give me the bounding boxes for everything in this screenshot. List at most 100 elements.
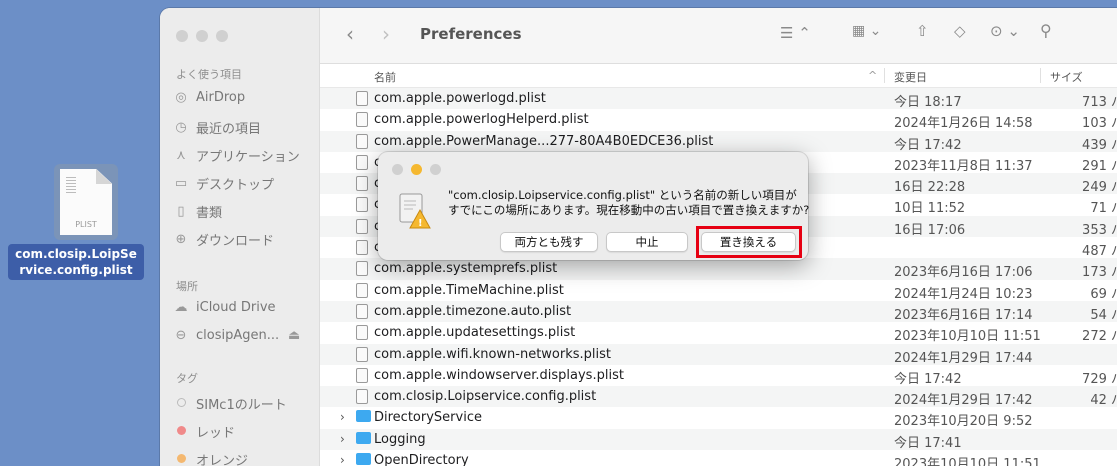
file-size: -- (1020, 410, 1117, 425)
file-row[interactable]: com.apple.powerlogd.plist 今日 18:17 713 バイト… (320, 88, 1117, 110)
locations-header: 場所 (176, 280, 198, 293)
toolbar: ‹ › Preferences ☰ ⌃ ▦ ⌄ ⇧ ◇ ⊙ ⌄ ⚲ (320, 8, 1117, 64)
column-size[interactable]: サイズ (1050, 69, 1083, 85)
column-name[interactable]: 名前 (374, 69, 396, 85)
file-row[interactable]: com.apple.timezone.auto.plist 2023年6月16日 … (320, 300, 1117, 323)
file-name: com.apple.TimeMachine.plist (374, 282, 564, 298)
disclosure-triangle-icon[interactable]: › (340, 432, 345, 446)
sidebar-item-airdrop[interactable]: ◎ AirDrop (174, 90, 245, 105)
list-view-icon[interactable]: ☰ ⌃ (780, 24, 811, 42)
file-row[interactable]: com.apple.systemprefs.plist 2023年6月16日 17… (320, 258, 1117, 281)
folder-row[interactable]: ›OpenDirectory2023年10月10日 11:51--フォルダ (320, 450, 1117, 466)
folder-row[interactable]: ›Logging今日 17:41--フォルダ (320, 428, 1117, 451)
file-name: com.apple.PowerManage...277-80A4B0EDCE36… (374, 133, 714, 149)
window-controls (176, 30, 228, 42)
file-row[interactable]: com.apple.TimeMachine.plist 2024年1月24日 10… (320, 280, 1117, 302)
orange-tag-icon (174, 452, 188, 466)
search-icon[interactable]: ⚲ (1040, 21, 1052, 40)
sidebar-tag-simc1[interactable]: SIMc1のルート (174, 394, 287, 413)
file-row[interactable]: com.apple.windowserver.displays.plist 今日 … (320, 365, 1117, 387)
file-row[interactable]: com.closip.Loipservice.config.plist 2024年… (320, 386, 1117, 409)
tag-icon[interactable]: ◇ (954, 22, 966, 40)
file-date: 2023年10月20日 9:52 (894, 414, 1033, 430)
group-icon[interactable]: ▦ ⌄ (852, 23, 881, 39)
window-title: Preferences (420, 25, 522, 43)
file-name: com.apple.systemprefs.plist (374, 261, 558, 277)
more-actions-icon[interactable]: ⊙ ⌄ (990, 22, 1020, 40)
sidebar-tag-orange[interactable]: オレンジ (174, 450, 248, 466)
sidebar-item-label: デスクトップ (196, 178, 275, 193)
sidebar-item-label: SIMc1のルート (196, 398, 287, 413)
sidebar: よく使う項目 ◎ AirDrop ◷ 最近の項目 ⋏ アプリケーション ▭ デス… (160, 8, 320, 466)
desktop-icon: ▭ (174, 176, 188, 191)
sidebar-item-documents[interactable]: ▯ 書類 (174, 202, 222, 221)
desktop-file-label: com.closip.LoipSe rvice.config.plist (8, 244, 144, 280)
file-row[interactable]: com.apple.updatesettings.plist 2023年10月10… (320, 322, 1117, 344)
apps-icon: ⋏ (176, 148, 186, 163)
disclosure-triangle-icon[interactable]: › (340, 453, 345, 466)
file-date: 2024年1月29日 17:42 (894, 393, 1033, 409)
dialog-window-controls (392, 164, 441, 175)
file-size: -- (1020, 453, 1117, 466)
sidebar-item-icloud[interactable]: ☁ iCloud Drive (174, 300, 276, 315)
keep-both-button[interactable]: 両方とも残す (500, 232, 598, 252)
disclosure-triangle-icon[interactable]: › (340, 410, 345, 424)
close-window-button[interactable] (176, 30, 188, 42)
file-size: 729 バイト (1082, 371, 1117, 387)
sidebar-item-closipagent[interactable]: ⊖ closipAgen... ⏏ (174, 328, 301, 343)
stop-button[interactable]: 中止 (606, 232, 688, 252)
file-row[interactable]: com.apple.wifi.known-networks.plist 2024年… (320, 343, 1117, 366)
sort-chevron-icon: ^ (868, 69, 878, 82)
sidebar-item-downloads[interactable]: ⊕ ダウンロード (174, 230, 274, 249)
plist-file-icon (356, 346, 368, 362)
file-name: com.apple.wifi.known-networks.plist (374, 346, 612, 362)
sidebar-item-label: レッド (196, 426, 236, 441)
warning-icon: ! (399, 193, 431, 229)
plist-file-icon (356, 325, 368, 341)
forward-icon[interactable]: › (382, 22, 390, 46)
file-size: 54 バイト (1090, 307, 1117, 323)
minimize-window-button[interactable] (196, 30, 208, 42)
sidebar-tag-red[interactable]: レッド (174, 422, 235, 441)
desktop-plist-file[interactable]: PLIST com.closip.LoipSe rvice.config.pli… (4, 160, 144, 280)
eject-icon[interactable]: ⏏ (287, 328, 301, 343)
plist-file-icon (356, 261, 368, 277)
file-size: 487 バイト (1082, 244, 1117, 260)
file-date: 2024年1月24日 10:23 (894, 286, 1033, 302)
plist-file-icon (356, 154, 368, 170)
file-name: com.closip.Loipservice.config.plist (374, 389, 597, 405)
back-icon[interactable]: ‹ (346, 22, 354, 46)
dialog-zoom-button[interactable] (430, 164, 441, 175)
plist-file-icon (356, 282, 368, 298)
file-size: 439 バイト (1082, 137, 1117, 153)
file-name: com.apple.updatesettings.plist (374, 325, 576, 341)
dialog-message-line1: "com.closip.Loipservice.config.plist" とい… (448, 188, 797, 202)
sidebar-item-applications[interactable]: ⋏ アプリケーション (174, 146, 300, 165)
dialog-minimize-button[interactable] (411, 164, 422, 175)
share-icon[interactable]: ⇧ (916, 22, 929, 40)
plist-file-icon (356, 303, 368, 319)
file-date: 10日 11:52 (894, 201, 966, 217)
sidebar-item-recents[interactable]: ◷ 最近の項目 (174, 118, 261, 137)
tags-header: タグ (176, 372, 198, 385)
airdrop-icon: ◎ (175, 90, 187, 105)
file-row[interactable]: com.apple.powerlogHelperd.plist 2024年1月26… (320, 109, 1117, 131)
dialog-close-button[interactable] (392, 164, 403, 175)
file-size: 173 バイト (1082, 265, 1117, 281)
document-icon: ▯ (177, 204, 185, 219)
replace-button-highlight (696, 226, 802, 258)
file-date: 今日 17:41 (894, 435, 962, 451)
sidebar-item-label: closipAgen... (196, 328, 280, 343)
folder-icon (356, 453, 371, 466)
file-name: com.apple.timezone.auto.plist (374, 303, 572, 319)
plist-file-icon (356, 133, 368, 149)
file-size: 353 バイト (1082, 222, 1117, 238)
column-date[interactable]: 変更日 (894, 69, 927, 85)
sidebar-item-desktop[interactable]: ▭ デスクトップ (174, 174, 274, 193)
file-date: 2023年6月16日 17:14 (894, 307, 1033, 323)
plist-file-icon (356, 389, 368, 405)
folder-row[interactable]: ›DirectoryService2023年10月20日 9:52--フォルダ (320, 407, 1117, 430)
zoom-window-button[interactable] (216, 30, 228, 42)
cloud-icon: ☁ (174, 300, 188, 315)
file-row[interactable]: com.apple.PowerManage...277-80A4B0EDCE36… (320, 130, 1117, 153)
